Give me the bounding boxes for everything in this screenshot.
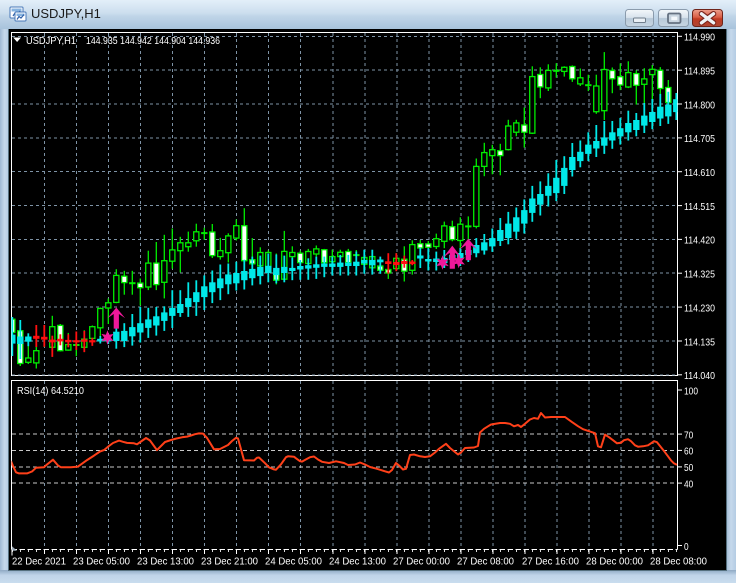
svg-text:114.610: 114.610 xyxy=(684,167,715,179)
svg-text:RSI(14) 64.5210: RSI(14) 64.5210 xyxy=(17,385,84,397)
svg-text:114.705: 114.705 xyxy=(684,133,715,145)
svg-text:100: 100 xyxy=(684,385,698,397)
svg-text:114.895: 114.895 xyxy=(684,66,715,78)
svg-text:USDJPY,H1: USDJPY,H1 xyxy=(26,35,76,47)
svg-text:114.135: 114.135 xyxy=(684,336,715,348)
svg-text:0: 0 xyxy=(684,541,689,553)
svg-text:40: 40 xyxy=(684,478,693,490)
svg-text:114.990: 114.990 xyxy=(684,32,715,44)
svg-text:60: 60 xyxy=(684,446,693,458)
svg-text:50: 50 xyxy=(684,462,693,474)
svg-text:24 Dec 05:00: 24 Dec 05:00 xyxy=(265,556,322,568)
svg-text:114.515: 114.515 xyxy=(684,201,715,213)
svg-text:27 Dec 08:00: 27 Dec 08:00 xyxy=(457,556,514,568)
svg-text:70: 70 xyxy=(684,429,693,441)
svg-text:27 Dec 00:00: 27 Dec 00:00 xyxy=(393,556,450,568)
svg-text:114.420: 114.420 xyxy=(684,235,715,247)
svg-text:144.935 144.942 144.904 144.93: 144.935 144.942 144.904 144.936 xyxy=(86,35,220,47)
svg-text:28 Dec 00:00: 28 Dec 00:00 xyxy=(586,556,643,568)
svg-text:22 Dec 2021: 22 Dec 2021 xyxy=(12,556,66,568)
svg-text:114.325: 114.325 xyxy=(684,269,715,281)
svg-text:28 Dec 08:00: 28 Dec 08:00 xyxy=(650,556,707,568)
svg-text:24 Dec 13:00: 24 Dec 13:00 xyxy=(329,556,386,568)
svg-text:USDJPY,H1: USDJPY,H1 xyxy=(31,6,101,21)
svg-text:114.800: 114.800 xyxy=(684,99,715,111)
svg-text:27 Dec 16:00: 27 Dec 16:00 xyxy=(522,556,579,568)
svg-text:23 Dec 05:00: 23 Dec 05:00 xyxy=(73,556,130,568)
svg-text:114.040: 114.040 xyxy=(684,370,715,382)
svg-text:114.230: 114.230 xyxy=(684,302,715,314)
svg-text:23 Dec 13:00: 23 Dec 13:00 xyxy=(137,556,194,568)
svg-text:23 Dec 21:00: 23 Dec 21:00 xyxy=(201,556,258,568)
